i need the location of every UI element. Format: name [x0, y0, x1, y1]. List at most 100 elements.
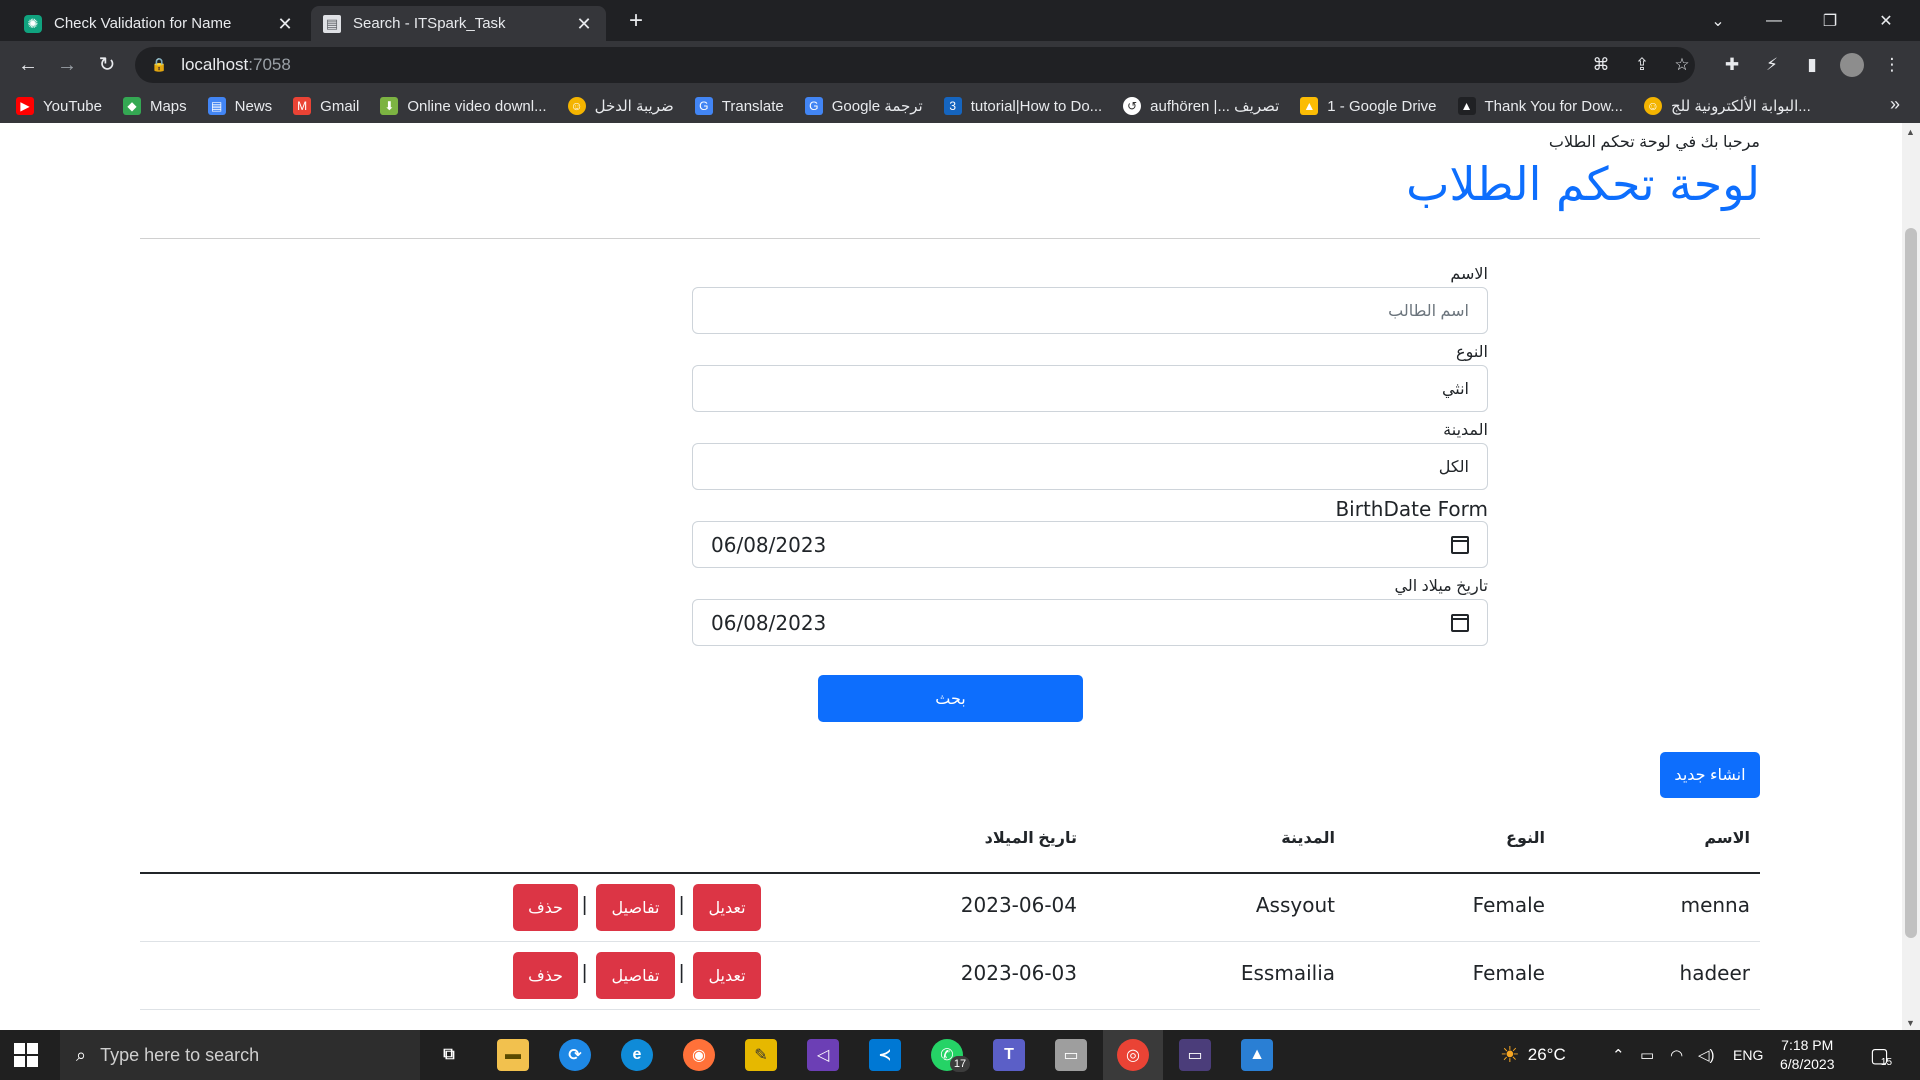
table-row: hadeer Female Essmailia 2023-06-03 تعديل… [140, 942, 1760, 1010]
wifi-icon[interactable]: ◠ [1670, 1030, 1683, 1080]
calendar-icon[interactable] [1451, 613, 1469, 632]
close-window-button[interactable]: ✕ [1858, 0, 1914, 41]
scroll-down-icon[interactable]: ▼ [1906, 1018, 1915, 1028]
windows-start-icon[interactable] [14, 1043, 38, 1067]
header-city: المدينة [1281, 830, 1335, 847]
main-container: مرحبا بك في لوحة تحكم الطلاب لوحة تحكم ا… [140, 123, 1760, 1030]
delete-button[interactable]: حذف [513, 952, 578, 999]
volume-icon[interactable]: ◁) [1698, 1030, 1715, 1080]
system-clock[interactable]: 7:18 PM 6/8/2023 [1780, 1036, 1835, 1074]
chrome-icon[interactable]: ◎ [1117, 1039, 1149, 1071]
bookmark-online-video[interactable]: ⬇ Online video downl... [380, 97, 547, 115]
delete-button[interactable]: حذف [513, 884, 578, 931]
edit-button[interactable]: تعديل [693, 952, 761, 999]
create-new-button[interactable]: انشاء جديد [1660, 752, 1760, 798]
news-icon: ▤ [207, 97, 226, 115]
lock-icon: 🔒 [151, 57, 168, 72]
search-button[interactable]: بحث [818, 675, 1083, 722]
name-label: الاسم [1450, 266, 1488, 283]
gender-select[interactable]: انثي [692, 365, 1488, 412]
reload-button[interactable]: ↻ [93, 51, 121, 79]
photos-icon[interactable]: ▲ [1241, 1039, 1273, 1071]
name-input[interactable]: اسم الطالب [692, 287, 1488, 334]
teams-icon[interactable]: T [993, 1039, 1025, 1071]
translate-page-icon[interactable]: ⌘ [1587, 51, 1615, 79]
side-panel-icon[interactable]: ▮ [1798, 51, 1826, 79]
bookmark-portal[interactable]: ☺ البوابة الألكترونية للج... [1643, 97, 1811, 115]
birthdate-from-input[interactable]: 06/08/2023 [692, 521, 1488, 568]
notifications-icon[interactable]: ▢ 15 [1870, 1030, 1892, 1080]
tab-search-dropdown-icon[interactable]: ⌄ [1690, 0, 1746, 41]
bookmark-google-translate-ar[interactable]: G Google ترجمة [804, 97, 923, 115]
vscode-icon[interactable]: ≺ [869, 1039, 901, 1071]
show-hidden-icons[interactable]: ⌃ [1612, 1030, 1625, 1080]
bookmark-star-icon[interactable]: ☆ [1668, 51, 1696, 79]
back-button[interactable]: ← [14, 51, 42, 79]
bookmark-gmail[interactable]: M Gmail [293, 97, 359, 115]
details-button[interactable]: تفاصيل [596, 884, 675, 931]
translate-icon: G [694, 97, 713, 115]
bookmark-google-drive[interactable]: ▲ 1 - Google Drive [1300, 97, 1437, 115]
windows-taskbar: ⌕ Type here to search ⧉ ▬ ⟳ e ◉ ✎ ◁ ≺ ✆ … [0, 1030, 1920, 1080]
cell-gender: Female [1472, 893, 1545, 917]
minimize-button[interactable]: — [1746, 0, 1802, 41]
browser-tab-bar: ✺ Check Validation for Name ✕ ▤ Search -… [0, 0, 1920, 41]
firefox-icon[interactable]: ◉ [683, 1039, 715, 1071]
tablet-app-icon[interactable]: ▭ [1055, 1039, 1087, 1071]
whatsapp-badge: 17 [950, 1056, 970, 1072]
cell-city: Essmailia [1240, 961, 1335, 985]
bookmark-maps[interactable]: ◆ Maps [122, 97, 187, 115]
close-icon[interactable]: ✕ [275, 14, 295, 34]
language-indicator[interactable]: ENG [1733, 1030, 1763, 1080]
tab-title: Search - ITSpark_Task [353, 15, 506, 32]
birthdate-from-label: BirthDate Form [1335, 497, 1488, 521]
tab-check-validation[interactable]: ✺ Check Validation for Name ✕ [12, 6, 307, 41]
tab-search-itspark[interactable]: ▤ Search - ITSpark_Task ✕ [311, 6, 606, 41]
share-icon[interactable]: ⇪ [1628, 51, 1656, 79]
edit-button[interactable]: تعديل [693, 884, 761, 931]
battery-icon[interactable]: ▭ [1640, 1030, 1654, 1080]
browser-toolbar: ← → ↻ 🔒 localhost:7058 ⌘ ⇪ ☆ ✚ ⚡ ▮ ⋮ [0, 41, 1920, 89]
calendar-icon[interactable] [1451, 535, 1469, 554]
more-bookmarks-icon[interactable]: » [1890, 94, 1900, 115]
document-icon: ▤ [323, 14, 341, 33]
taskbar-search-box[interactable]: ⌕ Type here to search [60, 1030, 420, 1080]
scrollbar-thumb[interactable] [1905, 228, 1917, 938]
tool-app-icon[interactable]: ✎ [745, 1039, 777, 1071]
avatar[interactable] [1838, 51, 1866, 79]
cell-gender: Female [1472, 961, 1545, 985]
bookmark-tutorial[interactable]: 3 tutorial|How to Do... [943, 97, 1102, 115]
table-row: menna Female Assyout 2023-06-04 تعديل | … [140, 874, 1760, 942]
forward-button[interactable]: → [53, 51, 81, 79]
menu-icon[interactable]: ⋮ [1878, 51, 1906, 79]
new-tab-button[interactable]: + [622, 8, 650, 36]
sync-app-icon[interactable]: ⟳ [559, 1039, 591, 1071]
birthdate-to-input[interactable]: 06/08/2023 [692, 599, 1488, 646]
url-host: localhost [181, 55, 249, 74]
address-bar[interactable]: 🔒 localhost:7058 [135, 47, 1695, 83]
edge-icon[interactable]: e [621, 1039, 653, 1071]
bookmark-income-tax[interactable]: ☺ ضريبة الدخل [567, 97, 674, 115]
weather-widget[interactable]: ☀ 26°C [1500, 1030, 1566, 1080]
reverso-icon: ↺ [1123, 97, 1142, 115]
city-select[interactable]: الكل [692, 443, 1488, 490]
bookmark-news[interactable]: ▤ News [207, 97, 272, 115]
file-explorer-icon[interactable]: ▬ [497, 1039, 529, 1071]
page-scrollbar[interactable]: ▲ ▼ [1902, 123, 1920, 1030]
bookmark-translate[interactable]: G Translate [694, 97, 784, 115]
visual-studio-icon[interactable]: ◁ [807, 1039, 839, 1071]
extension-icon[interactable]: ⚡ [1758, 51, 1786, 79]
task-view-icon[interactable]: ⧉ [433, 1039, 465, 1071]
bookmark-aufhoren[interactable]: ↺ aufhören |... تصريف [1123, 97, 1279, 115]
restore-button[interactable]: ❐ [1802, 0, 1858, 41]
close-icon[interactable]: ✕ [574, 14, 594, 34]
scroll-up-icon[interactable]: ▲ [1906, 127, 1915, 137]
youtube-icon: ▶ [16, 97, 34, 115]
extensions-icon[interactable]: ✚ [1718, 51, 1746, 79]
terminal-icon[interactable]: ▭ [1179, 1039, 1211, 1071]
header-name: الاسم [1704, 830, 1750, 847]
details-button[interactable]: تفاصيل [596, 952, 675, 999]
search-icon: ⌕ [76, 1044, 87, 1065]
bookmark-youtube[interactable]: ▶ YouTube [16, 97, 102, 115]
bookmark-thank-you[interactable]: ▲ Thank You for Dow... [1457, 97, 1623, 115]
